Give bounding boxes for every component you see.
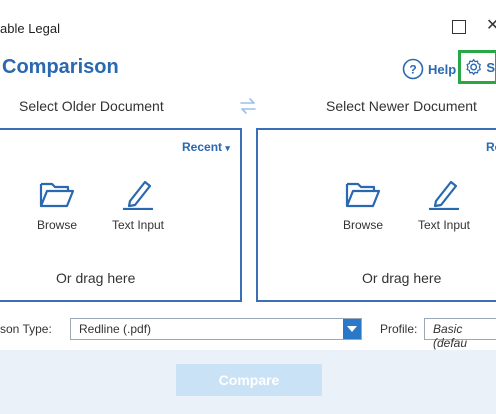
- app-header: Comparison ? Help S: [0, 44, 496, 90]
- newer-drag-hint: Or drag here: [362, 270, 442, 286]
- settings-button[interactable]: S: [458, 50, 496, 84]
- newer-document-panel[interactable]: Re Browse Text Input Or drag here: [256, 128, 496, 302]
- newer-browse-label: Browse: [342, 218, 383, 232]
- maximize-button[interactable]: [452, 20, 466, 34]
- swap-documents-button[interactable]: [238, 96, 258, 121]
- pen-icon: [123, 180, 153, 210]
- newer-text-input-button[interactable]: Text Input: [404, 178, 484, 232]
- newer-recent-dropdown[interactable]: Re: [486, 140, 496, 154]
- profile-label: Profile:: [380, 322, 418, 336]
- help-label: Help: [428, 61, 457, 77]
- pen-icon: [429, 180, 459, 210]
- svg-text:?: ?: [409, 63, 416, 77]
- profile-value: Basic (defau: [433, 322, 468, 350]
- chevron-down-icon[interactable]: [343, 319, 361, 339]
- older-text-input-button[interactable]: Text Input: [98, 178, 178, 232]
- folder-icon: [39, 182, 75, 208]
- folder-icon: [345, 182, 381, 208]
- footer-bar: Compare: [0, 350, 496, 414]
- comparison-type-select[interactable]: Redline (.pdf): [70, 318, 362, 340]
- newer-document-heading: Select Newer Document: [326, 98, 477, 114]
- swap-icon: [240, 98, 256, 114]
- settings-label: S: [486, 59, 495, 75]
- options-row: son Type: Redline (.pdf) Profile: Basic …: [0, 310, 496, 350]
- older-recent-label: Recent: [182, 140, 223, 154]
- comparison-type-label: son Type:: [0, 322, 52, 336]
- gear-icon: [466, 59, 481, 75]
- older-recent-dropdown[interactable]: Recent ▾: [182, 140, 230, 154]
- comparison-type-value: Redline (.pdf): [79, 322, 152, 336]
- older-document-heading: Select Older Document: [19, 98, 164, 114]
- newer-text-input-label: Text Input: [417, 218, 471, 232]
- close-icon[interactable]: ✕: [486, 18, 496, 34]
- newer-browse-button[interactable]: Browse: [323, 178, 403, 232]
- page-title: Comparison: [2, 56, 119, 78]
- older-drag-hint: Or drag here: [56, 270, 136, 286]
- chevron-down-icon: ▾: [225, 143, 230, 153]
- profile-select[interactable]: Basic (defau: [424, 318, 496, 350]
- help-icon: ?: [402, 58, 424, 80]
- title-bar: able Legal ✕: [0, 0, 496, 44]
- newer-recent-label: Re: [486, 140, 496, 154]
- older-browse-label: Browse: [36, 218, 77, 232]
- help-button[interactable]: ? Help: [402, 58, 456, 80]
- compare-button[interactable]: Compare: [176, 364, 322, 396]
- older-text-input-label: Text Input: [111, 218, 165, 232]
- older-document-panel[interactable]: Recent ▾ Browse Text Input Or drag here: [0, 128, 242, 302]
- window-title: able Legal: [0, 21, 60, 36]
- older-browse-button[interactable]: Browse: [17, 178, 97, 232]
